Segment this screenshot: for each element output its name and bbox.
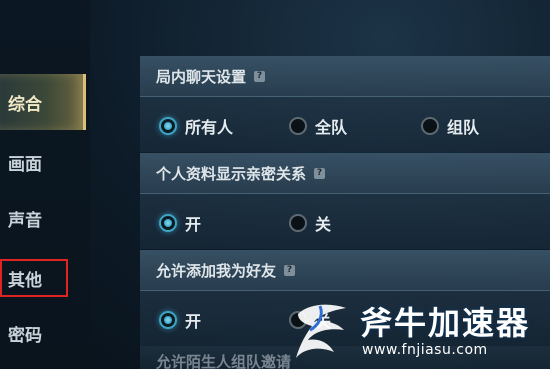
- section-header: 个人资料显示亲密关系 ?: [140, 153, 550, 194]
- radio-label: 关: [315, 312, 332, 331]
- stranger-invite-section: 允许陌生人组队邀请: [140, 346, 550, 369]
- radio-whole-team[interactable]: 全队: [289, 114, 347, 138]
- radio-label: 开: [185, 215, 202, 234]
- radio-selected-icon: [159, 214, 177, 232]
- section-title: 允许添加我为好友: [156, 261, 277, 280]
- sidebar-item-general[interactable]: 综合: [0, 74, 86, 130]
- sidebar-item-label: 其他: [8, 270, 42, 291]
- sidebar-item-other[interactable]: 其他: [0, 258, 86, 298]
- sidebar-item-label: 密码: [8, 325, 42, 346]
- radio-unselected-icon: [421, 117, 439, 135]
- section-title: 个人资料显示亲密关系: [156, 164, 307, 183]
- profile-intimacy-section: 个人资料显示亲密关系 ? 开 关: [140, 153, 550, 249]
- radio-off[interactable]: 关: [289, 211, 331, 235]
- radio-unselected-icon: [289, 117, 307, 135]
- section-header: 允许添加我为好友 ?: [140, 250, 550, 291]
- help-icon[interactable]: ?: [254, 70, 266, 82]
- section-title: 局内聊天设置: [156, 67, 247, 86]
- sidebar-item-label: 综合: [8, 94, 42, 115]
- radio-label: 开: [185, 312, 202, 331]
- section-title: 允许陌生人组队邀请: [156, 353, 292, 369]
- settings-sidebar: 综合 画面 声音 其他 密码: [0, 0, 90, 369]
- game-settings-screen: 综合 画面 声音 其他 密码 局内聊天设置 ? 所有人 全队 组队 个人资料显示…: [0, 0, 550, 369]
- radio-party[interactable]: 组队: [421, 114, 479, 138]
- radio-on[interactable]: 开: [159, 211, 201, 235]
- radio-label: 组队: [447, 118, 480, 137]
- help-icon[interactable]: ?: [314, 167, 326, 179]
- radio-on[interactable]: 开: [159, 308, 201, 332]
- section-header: 局内聊天设置 ?: [140, 56, 550, 97]
- radio-everyone[interactable]: 所有人: [159, 114, 233, 138]
- radio-unselected-icon: [289, 214, 307, 232]
- chat-settings-section: 局内聊天设置 ? 所有人 全队 组队: [140, 56, 550, 152]
- section-options: 开 关: [140, 194, 550, 249]
- friend-request-section: 允许添加我为好友 ? 开 关: [140, 250, 550, 346]
- sidebar-item-sound[interactable]: 声音: [0, 190, 86, 246]
- radio-label: 全队: [315, 118, 348, 137]
- help-icon[interactable]: ?: [284, 264, 296, 276]
- radio-off[interactable]: 关: [289, 308, 331, 332]
- radio-unselected-icon: [289, 311, 307, 329]
- sidebar-item-password[interactable]: 密码: [0, 305, 86, 361]
- radio-selected-icon: [159, 117, 177, 135]
- radio-selected-icon: [159, 311, 177, 329]
- section-options: 所有人 全队 组队: [140, 97, 550, 152]
- sidebar-item-label: 画面: [8, 154, 42, 175]
- radio-label: 所有人: [185, 118, 234, 137]
- radio-label: 关: [315, 215, 332, 234]
- section-options: 开 关: [140, 291, 550, 346]
- sidebar-item-label: 声音: [8, 210, 42, 231]
- sidebar-item-graphics[interactable]: 画面: [0, 134, 86, 190]
